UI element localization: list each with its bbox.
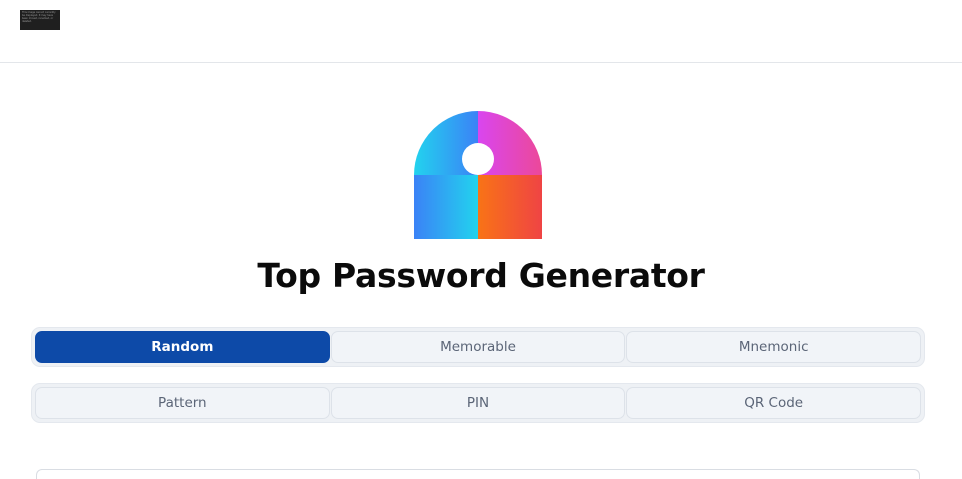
- tab-mnemonic[interactable]: Mnemonic: [626, 331, 922, 363]
- top-bar: This image cannot currently be displayed…: [0, 0, 962, 63]
- password-output-card: [36, 469, 920, 479]
- padlock-logo-icon: [414, 111, 542, 239]
- page-title: Top Password Generator: [257, 256, 705, 295]
- tab-random[interactable]: Random: [35, 331, 330, 363]
- tab-memorable[interactable]: Memorable: [330, 331, 626, 363]
- generator-type-tabs-row-1: Random Memorable Mnemonic: [31, 327, 925, 367]
- tab-qr-code[interactable]: QR Code: [626, 387, 922, 419]
- broken-image-text: This image cannot currently be displayed…: [22, 11, 56, 23]
- generator-type-tabs-row-2: Pattern PIN QR Code: [31, 383, 925, 423]
- tab-pattern[interactable]: Pattern: [35, 387, 330, 419]
- tab-pin[interactable]: PIN: [330, 387, 626, 419]
- broken-image-placeholder: This image cannot currently be displayed…: [20, 10, 60, 30]
